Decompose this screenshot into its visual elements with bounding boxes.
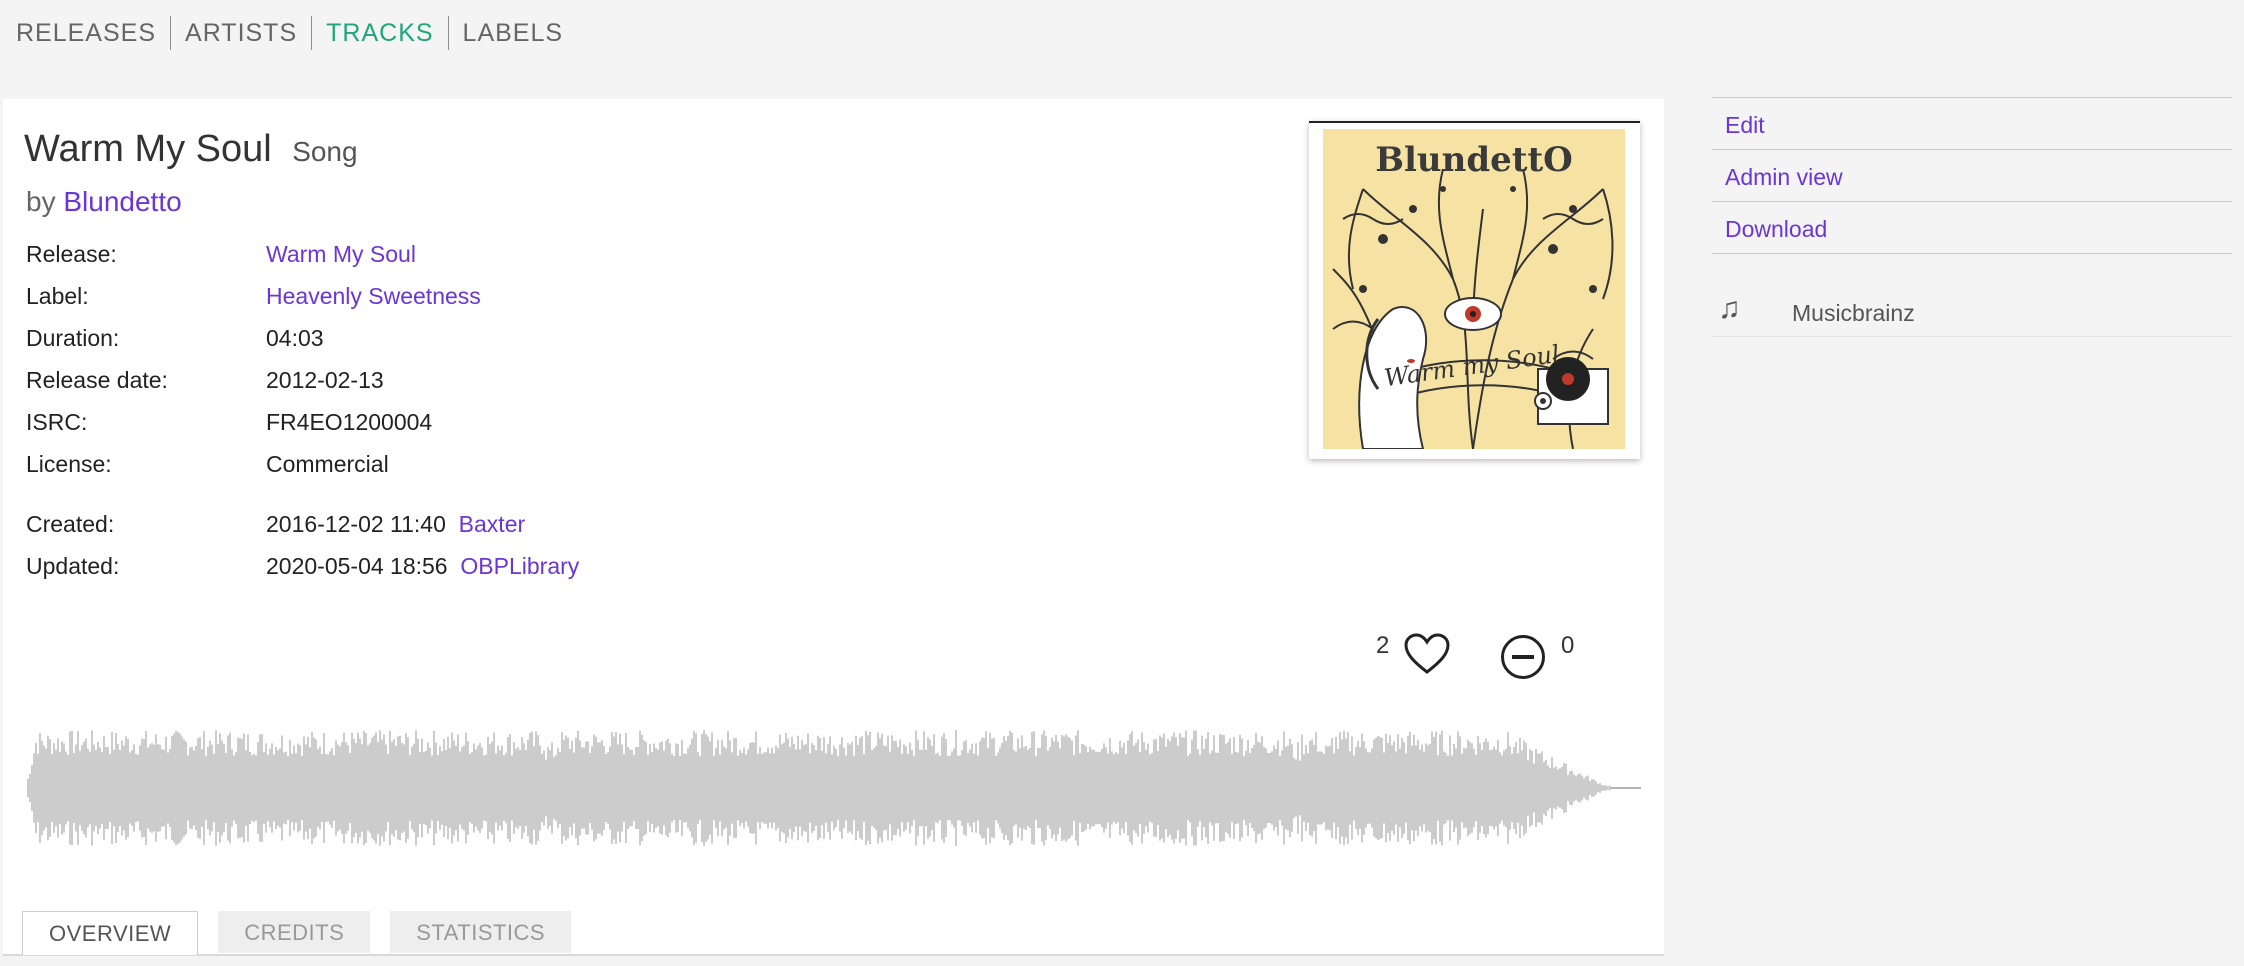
label-link[interactable]: Heavenly Sweetness [266, 283, 481, 310]
nav-tracks[interactable]: TRACKS [311, 16, 447, 50]
external-link-musicbrainz[interactable]: ♫ Musicbrainz [1712, 290, 2232, 337]
license-key: License: [26, 451, 112, 477]
tab-statistics[interactable]: STATISTICS [390, 911, 572, 953]
track-title: Warm My Soul [24, 128, 272, 170]
track-type: Song [292, 136, 358, 167]
updated-value: 2020-05-04 18:56 OBPLibrary [266, 553, 579, 580]
nav-labels[interactable]: LABELS [447, 16, 578, 50]
artist-link[interactable]: Blundetto [63, 186, 181, 217]
nav-artists[interactable]: ARTISTS [170, 16, 311, 50]
music-note-icon: ♫ [1718, 292, 1741, 325]
external-link-label: Musicbrainz [1792, 300, 1915, 326]
download-link[interactable]: Download [1712, 201, 2232, 253]
release-link[interactable]: Warm My Soul [266, 241, 416, 268]
isrc-key: ISRC: [26, 409, 88, 435]
created-key: Created: [26, 511, 115, 537]
release-date-key: Release date: [26, 367, 168, 393]
nav-releases[interactable]: RELEASES [16, 16, 170, 50]
label-key: Label: [26, 283, 89, 309]
album-artwork-illustration: BlundettO Warm my Soul [1323, 129, 1625, 449]
track-tabs: OVERVIEW CREDITS STATISTICS [22, 911, 591, 955]
isrc-value: FR4EO1200004 [266, 409, 433, 435]
tab-credits[interactable]: CREDITS [218, 911, 371, 953]
tab-overview[interactable]: OVERVIEW [22, 911, 199, 955]
updated-key: Updated: [26, 553, 120, 579]
album-artwork-frame: BlundettO Warm my Soul [1309, 121, 1640, 459]
top-nav: RELEASES ARTISTS TRACKS LABELS [16, 16, 577, 50]
admin-view-link[interactable]: Admin view [1712, 149, 2232, 201]
by-prefix: by [26, 186, 56, 217]
created-by-link[interactable]: Baxter [459, 511, 525, 537]
created-value: 2016-12-02 11:40 Baxter [266, 511, 525, 538]
likes-count: 2 [1376, 632, 1390, 659]
track-header: Warm My Soul Song [24, 128, 358, 171]
release-key: Release: [26, 241, 117, 267]
action-sidebar: Edit Admin view Download [1712, 97, 2232, 254]
edit-link[interactable]: Edit [1712, 97, 2232, 149]
dislikes-count: 0 [1561, 632, 1575, 659]
created-date: 2016-12-02 11:40 [266, 511, 446, 537]
artwork-title: BlundettO [1375, 140, 1573, 180]
duration-key: Duration: [26, 325, 120, 351]
duration-value: 04:03 [266, 325, 324, 351]
license-value: Commercial [266, 451, 389, 477]
album-artwork: BlundettO Warm my Soul [1323, 129, 1625, 449]
release-date-value: 2012-02-13 [266, 367, 384, 393]
dislike-minus-icon[interactable] [1500, 634, 1546, 680]
heart-icon[interactable] [1404, 633, 1450, 675]
updated-by-link[interactable]: OBPLibrary [460, 553, 579, 579]
updated-date: 2020-05-04 18:56 [266, 553, 448, 579]
audio-waveform[interactable] [26, 728, 1641, 848]
byline: by Blundetto [26, 186, 182, 218]
